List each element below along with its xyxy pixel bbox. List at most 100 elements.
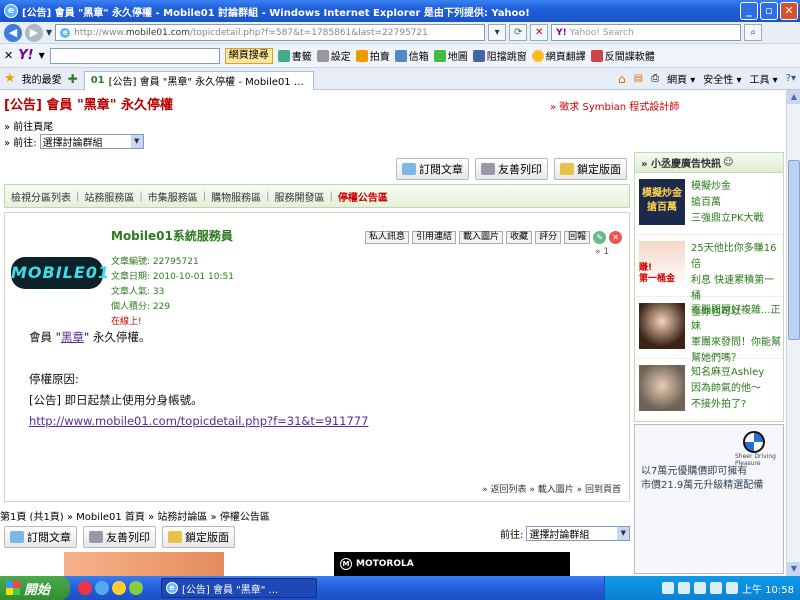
- scroll-thumb[interactable]: [788, 160, 800, 340]
- ad-item[interactable]: 知名麻豆Ashley 因為帥氣的他～ 不接外拍了?: [635, 359, 783, 421]
- favorites-star-icon[interactable]: ★: [4, 71, 16, 86]
- quicklaunch-icon[interactable]: [129, 581, 143, 595]
- motorola-logo-icon: M: [340, 558, 352, 570]
- rule-link[interactable]: http://www.mobile01.com/topicdetail.php?…: [29, 414, 368, 428]
- vertical-scrollbar[interactable]: ▲ ▼: [786, 90, 800, 576]
- pager-breadcrumb[interactable]: 第1頁 (共1頁) » Mobile01 首頁 » 站務討論區 » 停權公告區: [0, 508, 270, 523]
- history-dropdown-icon[interactable]: ▼: [46, 28, 52, 37]
- help-icon[interactable]: ?▾: [786, 73, 796, 84]
- symbian-recruit-link[interactable]: » 徵求 Symbian 程式設計師: [550, 98, 679, 113]
- quicklaunch-icon[interactable]: [95, 581, 109, 595]
- favorites-label[interactable]: 我的最愛: [22, 71, 62, 86]
- security-tray-icon[interactable]: [710, 582, 722, 594]
- toolbar-translate-label: 網頁翻譯: [545, 52, 586, 63]
- quicklaunch-icon[interactable]: [112, 581, 126, 595]
- post-footer-links[interactable]: » 返回列表 » 載入圖片 » 回到頁首: [482, 482, 621, 495]
- ad-item[interactable]: 模擬炒金 搶百萬 模擬炒金 搶百萬 三強鼎立PK大戰: [635, 173, 783, 235]
- toolbar-auction[interactable]: 拍賣: [355, 48, 390, 63]
- forum-select[interactable]: 選擇討論群組 ▼: [39, 134, 144, 149]
- load-images-button[interactable]: 載入圖片: [459, 231, 504, 244]
- post-number[interactable]: » 1: [595, 247, 609, 257]
- print-friendly-button[interactable]: 友善列印: [475, 158, 548, 180]
- maximize-button[interactable]: ▫: [760, 2, 778, 20]
- minimize-button[interactable]: _: [740, 2, 758, 20]
- bottom-banner-image[interactable]: [64, 552, 224, 576]
- menu-page[interactable]: 網頁 ▾: [667, 71, 695, 86]
- quicklaunch-icon[interactable]: [78, 581, 92, 595]
- body-prefix: 會員 ": [29, 330, 61, 344]
- toolbar-settings[interactable]: 設定: [316, 48, 351, 63]
- ad-item[interactable]: 賺! 第一桶金 25天他比你多賺16倍 利息 快速累積第一桶 金你也可以: [635, 235, 783, 318]
- delete-icon[interactable]: ✕: [609, 231, 623, 244]
- ad-item[interactable]: 電腦問題好複雜...正妹 軍團來發問！你能幫 幫她們嗎？: [635, 297, 783, 364]
- stop-button[interactable]: ✕: [530, 24, 549, 41]
- toolbar-translate[interactable]: 網頁翻譯: [531, 48, 586, 63]
- info-icon: ☺: [722, 157, 734, 168]
- member-link[interactable]: 黑章: [61, 330, 84, 344]
- clock[interactable]: 上午 10:58: [742, 581, 794, 596]
- quote-link-button[interactable]: 引用連結: [412, 231, 457, 244]
- bottom-forum-select[interactable]: 選擇討論群組 ▼: [526, 526, 631, 541]
- bottom-lock-layout-button[interactable]: 鎖定版面: [162, 526, 235, 548]
- network-tray-icon[interactable]: [678, 582, 690, 594]
- yahoo-logo[interactable]: Y!: [18, 48, 33, 63]
- help-tray-icon[interactable]: [662, 582, 674, 594]
- post-username[interactable]: Mobile01系統服務員: [111, 227, 233, 244]
- yahoo-menu-icon[interactable]: ▼: [39, 51, 45, 60]
- favorite-button[interactable]: 收藏: [506, 231, 533, 244]
- window-titlebar[interactable]: e [公告] 會員 "黑章" 永久停權 - Mobile01 討論群組 - Wi…: [0, 0, 800, 22]
- motorola-banner[interactable]: M MOTOROLA: [334, 552, 570, 576]
- toolbar-close-icon[interactable]: ✕: [4, 49, 13, 62]
- print-icon[interactable]: ⎙: [651, 73, 659, 84]
- lock-layout-button[interactable]: 鎖定版面: [554, 158, 627, 180]
- bmw-ad[interactable]: Sheer Driving Pleasure 以7萬元優購價即可擁有 市價21.…: [634, 424, 784, 574]
- close-button[interactable]: ✕: [780, 2, 798, 20]
- scroll-down-icon[interactable]: ▼: [787, 562, 800, 576]
- ad-thumb: [639, 303, 685, 349]
- bookmark-icon: [277, 49, 290, 62]
- crumb-site-service[interactable]: 站務服務區: [84, 189, 134, 204]
- to-footer-link[interactable]: » 前往頁尾: [4, 118, 53, 133]
- subscribe-button[interactable]: 訂閱文章: [396, 158, 469, 180]
- forward-button[interactable]: ▶: [25, 23, 43, 42]
- toolbar-antispyware[interactable]: 反間諜軟體: [590, 48, 655, 63]
- edit-icon[interactable]: ✎: [593, 231, 607, 244]
- url-dropdown-button[interactable]: ▾: [488, 24, 507, 41]
- back-button[interactable]: ◀: [4, 23, 22, 42]
- crumb-shopping-service[interactable]: 購物服務區: [211, 189, 261, 204]
- crumb-list[interactable]: 檢視分區列表: [11, 189, 71, 204]
- report-button[interactable]: 回報: [564, 231, 591, 244]
- app-tray-icon[interactable]: [726, 582, 738, 594]
- menu-safety[interactable]: 安全性 ▾: [703, 71, 741, 86]
- toolbar-bookmarks[interactable]: 書籤: [277, 48, 312, 63]
- crumb-market-service[interactable]: 市集服務區: [148, 189, 198, 204]
- feeds-icon[interactable]: ▤: [634, 73, 643, 84]
- bmw-logo: [743, 431, 765, 453]
- search-button[interactable]: ⌕: [744, 24, 763, 41]
- crumb-suspension[interactable]: 停權公告區: [338, 189, 388, 204]
- toolbar-map[interactable]: 地圖: [433, 48, 468, 63]
- rate-button[interactable]: 評分: [535, 231, 562, 244]
- volume-tray-icon[interactable]: [694, 582, 706, 594]
- yahoo-search-button[interactable]: 網頁搜尋: [224, 47, 273, 64]
- search-input[interactable]: Y! Yahoo! Search: [551, 24, 742, 41]
- tab-current[interactable]: 01 [公告] 會員 "黑章" 永久停權 - Mobile01 討論群組: [83, 70, 314, 90]
- url-input[interactable]: e http://www. mobile01.com/topicdetail.ph…: [55, 24, 486, 41]
- ad-line: 25天他比你多賺16倍: [691, 243, 777, 270]
- add-favorite-icon[interactable]: ✚: [68, 72, 78, 86]
- home-icon[interactable]: ⌂: [618, 72, 626, 86]
- toolbar-popup-blocker[interactable]: 阻擋跳窗: [472, 48, 527, 63]
- scroll-up-icon[interactable]: ▲: [787, 90, 800, 104]
- toolbar-mail[interactable]: 信箱: [394, 48, 429, 63]
- bottom-subscribe-button[interactable]: 訂閱文章: [4, 526, 77, 548]
- start-button[interactable]: 開始: [0, 576, 70, 600]
- yahoo-search-input[interactable]: [49, 47, 220, 64]
- refresh-button[interactable]: ⟳: [509, 24, 528, 41]
- crumb-dev-service[interactable]: 服務開發區: [275, 189, 325, 204]
- pm-button[interactable]: 私人訊息: [365, 231, 410, 244]
- taskbar-ie-window[interactable]: e [公告] 會員 "黑章" ...: [161, 578, 317, 598]
- goto-label: » 前往:: [4, 138, 37, 149]
- bottom-print-friendly-button[interactable]: 友善列印: [83, 526, 156, 548]
- menu-tools[interactable]: 工具 ▾: [749, 71, 777, 86]
- menu-safety-label: 安全性: [703, 75, 734, 86]
